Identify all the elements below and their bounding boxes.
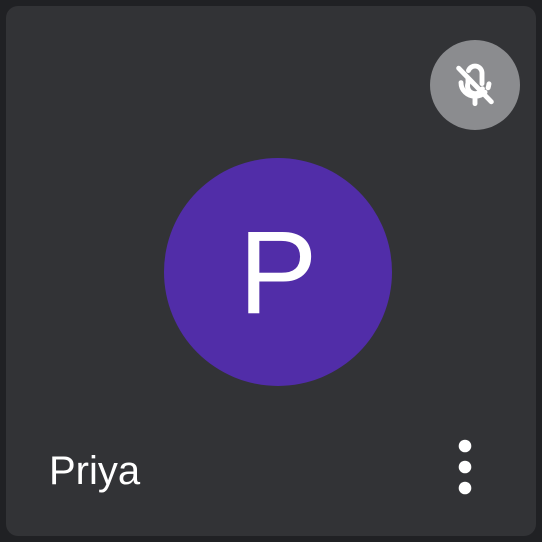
more-vert-icon [458,439,472,495]
avatar-initial: P [238,207,318,339]
mute-status-indicator [430,40,520,130]
microphone-off-icon [456,63,494,107]
more-options-button[interactable] [440,434,490,500]
participant-name: Priya [49,449,141,493]
avatar: P [164,158,392,386]
participant-tile: P Priya [6,6,536,536]
